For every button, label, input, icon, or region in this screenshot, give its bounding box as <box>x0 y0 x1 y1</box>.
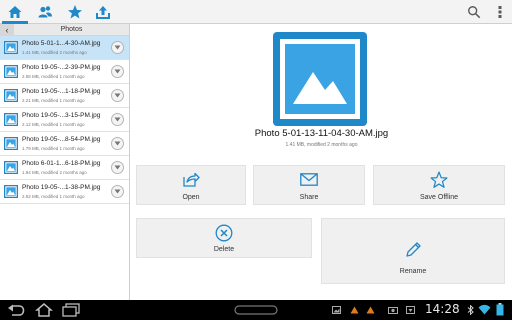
file-name: Photo 19-05-...1-18-PM.jpg <box>22 88 101 95</box>
open-external-icon <box>183 172 200 187</box>
file-list: Photo 5-01-1...4-30-AM.jpg 1.41 MB, modi… <box>0 36 129 204</box>
camera-notification-icon <box>388 307 398 314</box>
share-button[interactable]: Share <box>253 165 365 205</box>
system-navigation-bar: 14:28 <box>0 300 512 320</box>
recent-apps-icon <box>62 303 80 317</box>
file-list-item[interactable]: Photo 5-01-1...4-30-AM.jpg 1.41 MB, modi… <box>0 36 129 60</box>
search-button[interactable] <box>462 0 486 24</box>
download-notification-icon <box>406 306 415 314</box>
file-meta: 1.94 MB, modified 2 months ago <box>22 170 87 175</box>
file-list-pane: ‹ Photos Photo 5-01-1...4-30-AM.jpg 1.41… <box>0 24 130 300</box>
file-meta: 2.12 MB, modified 1 month ago <box>22 122 85 127</box>
file-list-item[interactable]: Photo 19-05-...3-15-PM.jpg 2.12 MB, modi… <box>0 108 129 132</box>
file-detail-pane: Photo 5-01-13-11-04-30-AM.jpg 1.41 MB, m… <box>131 24 512 300</box>
image-file-icon <box>4 113 18 126</box>
open-button[interactable]: Open <box>136 165 246 205</box>
file-list-item[interactable]: Photo 19-05-...1-38-PM.jpg 2.62 MB, modi… <box>0 180 129 204</box>
star-icon <box>68 5 82 19</box>
save-offline-button[interactable]: Save Offline <box>373 165 505 205</box>
file-list-item[interactable]: Photo 6-01-1...6-18-PM.jpg 1.94 MB, modi… <box>0 156 129 180</box>
share-label: Share <box>299 194 319 201</box>
file-options-button[interactable] <box>111 113 124 126</box>
chevron-down-icon <box>114 93 121 98</box>
chevron-left-icon: ‹ <box>5 25 9 35</box>
chevron-down-icon <box>114 45 121 50</box>
chevron-down-icon <box>114 189 121 194</box>
file-list-item[interactable]: Photo 19-05-...8-54-PM.jpg 1.79 MB, modi… <box>0 132 129 156</box>
tab-uploads[interactable] <box>88 0 118 24</box>
tab-shared[interactable] <box>30 0 60 24</box>
image-preview-icon <box>273 32 367 126</box>
file-options-button[interactable] <box>111 65 124 78</box>
chevron-down-icon <box>114 69 121 74</box>
rename-button[interactable]: Rename <box>321 218 505 284</box>
nav-home-button[interactable] <box>34 302 54 318</box>
overflow-menu-button[interactable] <box>488 0 512 24</box>
file-name: Photo 19-05-...3-15-PM.jpg <box>22 112 101 119</box>
file-options-button[interactable] <box>111 137 124 150</box>
file-name: Photo 5-01-1...4-30-AM.jpg <box>22 40 101 47</box>
file-meta: 2.62 MB, modified 1 month ago <box>22 194 85 199</box>
file-list-item[interactable]: Photo 19-05-...1-18-PM.jpg 2.21 MB, modi… <box>0 84 129 108</box>
menu-icon <box>234 305 278 315</box>
image-file-icon <box>4 185 18 198</box>
file-name: Photo 19-05-...8-54-PM.jpg <box>22 136 101 143</box>
image-file-icon <box>4 161 18 174</box>
nav-recent-apps-button[interactable] <box>60 302 82 318</box>
people-icon <box>38 6 52 18</box>
back-button[interactable]: ‹ <box>0 24 14 36</box>
upload-icon <box>96 6 110 19</box>
file-options-button[interactable] <box>111 89 124 102</box>
image-file-icon <box>4 65 18 78</box>
pencil-icon <box>406 242 421 257</box>
back-icon <box>8 304 25 316</box>
image-file-icon <box>4 41 18 54</box>
file-options-button[interactable] <box>111 161 124 174</box>
rename-label: Rename <box>399 268 427 275</box>
home-icon <box>8 6 22 18</box>
file-list-item[interactable]: Photo 19-05-...2-39-PM.jpg 2.58 MB, modi… <box>0 60 129 84</box>
chevron-down-icon <box>114 165 121 170</box>
file-meta: 1.41 MB, modified 2 months ago <box>22 50 87 55</box>
nav-menu-button[interactable] <box>230 302 282 318</box>
file-options-button[interactable] <box>111 41 124 54</box>
file-details-text: 1.41 MB, modified 2 months ago <box>285 142 358 148</box>
tab-favorites[interactable] <box>60 0 90 24</box>
overflow-menu-icon <box>498 6 502 18</box>
action-bar <box>0 0 512 24</box>
bluetooth-icon <box>467 305 474 315</box>
file-options-button[interactable] <box>111 185 124 198</box>
file-meta: 1.79 MB, modified 1 month ago <box>22 146 85 151</box>
battery-icon <box>496 303 504 316</box>
delete-button[interactable]: Delete <box>136 218 312 258</box>
file-meta: 2.58 MB, modified 1 month ago <box>22 74 85 79</box>
chevron-down-icon <box>114 141 121 146</box>
warning-icon <box>350 306 359 314</box>
image-file-icon <box>4 137 18 150</box>
folder-header: ‹ Photos <box>0 24 129 36</box>
nav-back-button[interactable] <box>6 302 26 318</box>
gallery-notification-icon <box>332 306 341 314</box>
file-title: Photo 5-01-13-11-04-30-AM.jpg <box>254 128 389 139</box>
home-outline-icon <box>35 303 53 317</box>
save-offline-label: Save Offline <box>419 194 458 201</box>
file-name: Photo 6-01-1...6-18-PM.jpg <box>22 160 101 167</box>
folder-title: Photos <box>60 26 83 33</box>
chevron-down-icon <box>114 117 121 122</box>
wifi-icon <box>478 304 491 315</box>
warning-icon <box>366 306 375 314</box>
clock: 14:28 <box>425 302 460 316</box>
mail-icon <box>300 173 318 186</box>
delete-icon <box>215 224 233 242</box>
file-meta: 2.21 MB, modified 1 month ago <box>22 98 85 103</box>
star-outline-icon <box>430 171 448 188</box>
delete-label: Delete <box>213 246 235 253</box>
search-icon <box>468 6 481 19</box>
file-name: Photo 19-05-...2-39-PM.jpg <box>22 64 101 71</box>
tab-home[interactable] <box>0 0 30 24</box>
image-file-icon <box>4 89 18 102</box>
open-label: Open <box>182 194 200 201</box>
file-name: Photo 19-05-...1-38-PM.jpg <box>22 184 101 191</box>
